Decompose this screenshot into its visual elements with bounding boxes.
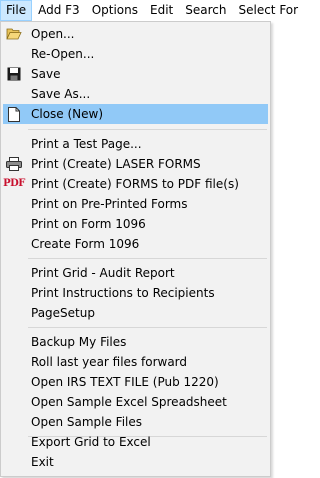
menu-add-f3[interactable]: Add F3 [32,0,86,21]
menu-item-close-new-label: Close (New) [31,107,104,121]
menu-item-roll-files-forward[interactable]: Roll last year files forward [3,352,268,372]
menu-item-print-forms-pdf-label: Print (Create) FORMS to PDF file(s) [31,177,239,191]
menu-item-save-as[interactable]: Save As... [3,84,268,104]
menu-bar: File Add F3 Options Edit Search Select F… [0,0,298,21]
menu-item-open-sample-excel-label: Open Sample Excel Spreadsheet [31,395,227,409]
menu-edit[interactable]: Edit [144,0,179,21]
menu-item-open-sample-files[interactable]: Open Sample Files [3,412,268,432]
menu-item-print-grid-audit[interactable]: Print Grid - Audit Report [3,263,268,283]
menu-item-print-form-1096-label: Print on Form 1096 [31,217,146,231]
open-folder-icon [5,26,23,42]
menu-item-open-irs-text-file[interactable]: Open IRS TEXT FILE (Pub 1220) [3,372,268,392]
menu-item-export-grid-excel[interactable]: Export Grid to Excel [3,432,268,452]
menu-search[interactable]: Search [179,0,232,21]
menu-item-exit-label: Exit [31,455,54,469]
menu-item-open-sample-excel[interactable]: Open Sample Excel Spreadsheet [3,392,268,412]
menu-item-print-forms-pdf[interactable]: PDF Print (Create) FORMS to PDF file(s) [3,174,268,194]
menu-item-save[interactable]: Save [3,64,268,84]
menu-item-create-form-1096-label: Create Form 1096 [31,237,140,251]
menu-item-reopen-label: Re-Open... [31,47,95,61]
menu-item-reopen[interactable]: Re-Open... [3,44,268,64]
menu-separator [28,327,267,328]
floppy-disk-icon [5,66,23,82]
menu-select-form[interactable]: Select For [232,0,304,21]
menu-item-open-label: Open... [31,27,75,41]
menu-item-open[interactable]: Open... [3,24,268,44]
menu-file[interactable]: File [0,0,33,21]
menu-item-page-setup-label: PageSetup [31,306,95,320]
menu-separator [28,258,267,259]
blank-document-icon [5,106,23,122]
menu-item-open-irs-text-file-label: Open IRS TEXT FILE (Pub 1220) [31,375,219,389]
menu-item-export-grid-excel-label: Export Grid to Excel [31,435,151,449]
menu-item-create-form-1096[interactable]: Create Form 1096 [3,234,268,254]
menu-separator [28,129,267,130]
menu-item-print-preprinted[interactable]: Print on Pre-Printed Forms [3,194,268,214]
menu-item-open-sample-files-label: Open Sample Files [31,415,143,429]
menu-item-print-test-page[interactable]: Print a Test Page... [3,134,268,154]
menu-options[interactable]: Options [86,0,144,21]
menu-item-roll-files-forward-label: Roll last year files forward [31,355,188,369]
menu-item-print-preprinted-label: Print on Pre-Printed Forms [31,197,188,211]
menu-item-print-laser-forms-label: Print (Create) LASER FORMS [31,157,201,171]
menu-item-backup-files-label: Backup My Files [31,335,127,349]
menu-item-print-form-1096[interactable]: Print on Form 1096 [3,214,268,234]
menu-item-print-instructions-label: Print Instructions to Recipients [31,286,215,300]
menu-item-print-laser-forms[interactable]: Print (Create) LASER FORMS [3,154,268,174]
menu-item-page-setup[interactable]: PageSetup [3,303,268,323]
menu-item-print-grid-audit-label: Print Grid - Audit Report [31,266,175,280]
menu-item-print-instructions[interactable]: Print Instructions to Recipients [3,283,268,303]
menu-item-print-test-page-label: Print a Test Page... [31,137,142,151]
menu-item-save-label: Save [31,67,61,81]
menu-item-close-new[interactable]: Close (New) [3,104,268,124]
file-menu-dropdown: Open... Re-Open... Save Save As... Close… [0,21,271,477]
pdf-icon: PDF [3,178,25,189]
menu-item-save-as-label: Save As... [31,87,91,101]
printer-icon [5,156,23,172]
menu-item-exit[interactable]: Exit [3,452,268,472]
menu-item-backup-files[interactable]: Backup My Files [3,332,268,352]
